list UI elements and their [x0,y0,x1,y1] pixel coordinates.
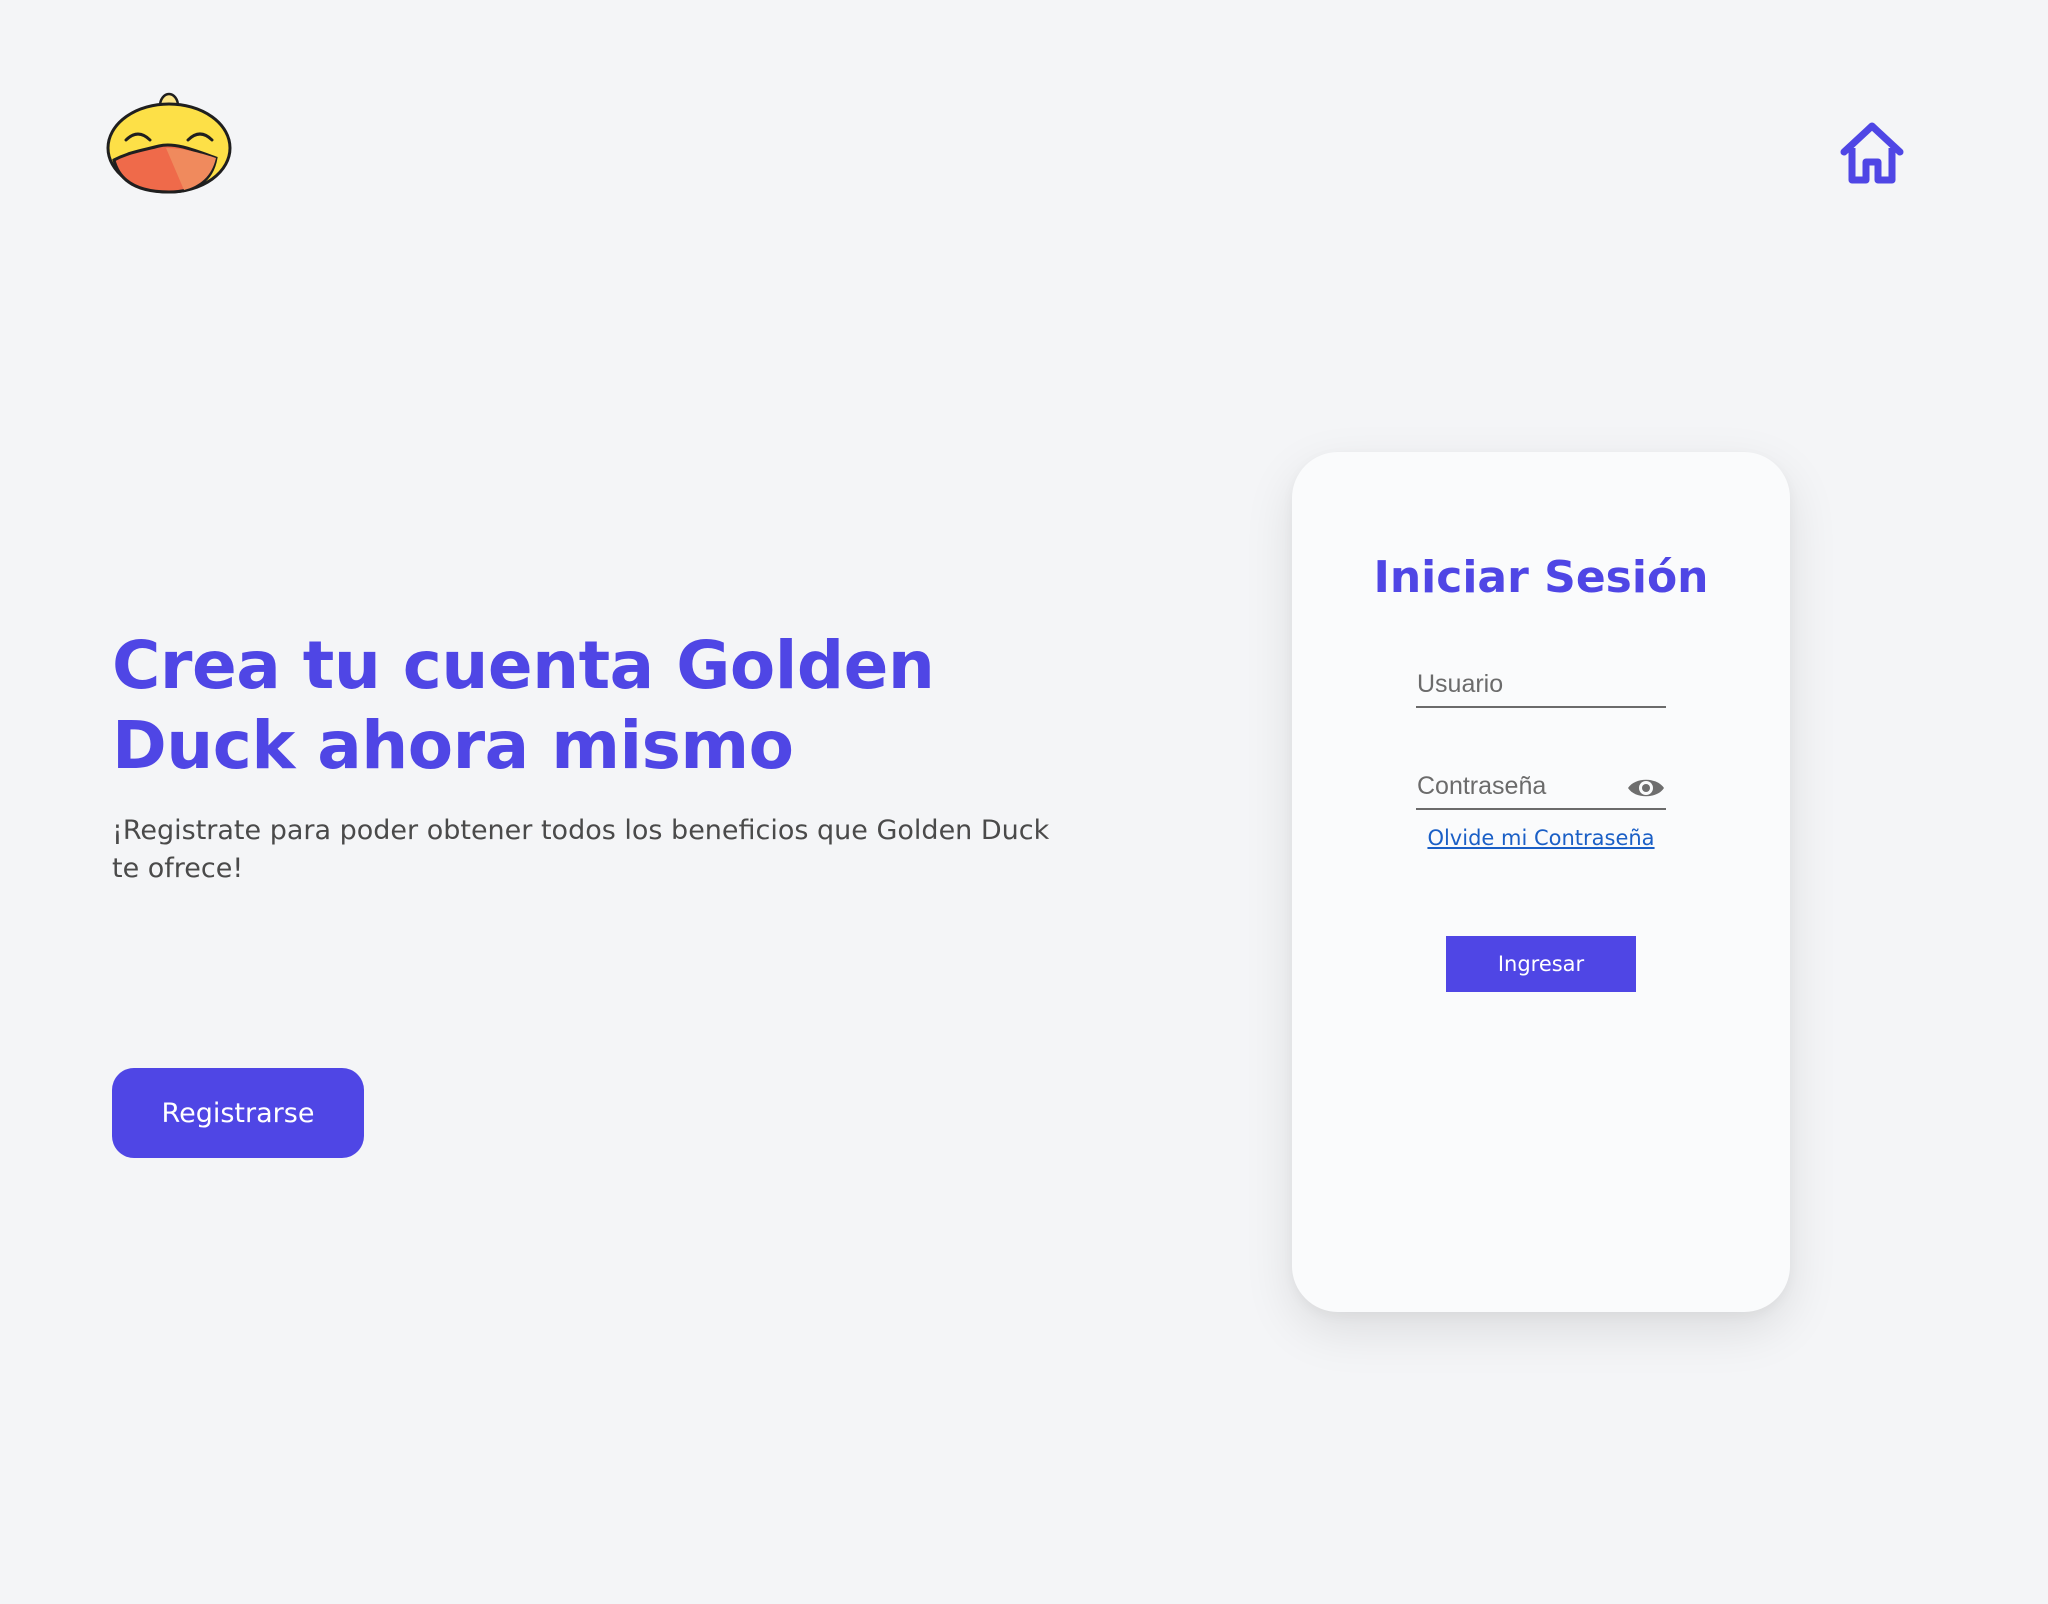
login-button[interactable]: Ingresar [1446,936,1636,992]
show-password-icon[interactable] [1626,774,1666,802]
home-icon[interactable] [1838,122,1906,184]
username-field [1416,662,1666,708]
password-input[interactable] [1416,764,1606,808]
duck-logo-icon[interactable] [104,90,234,200]
page: Crea tu cuenta Golden Duck ahora mismo ¡… [0,0,2048,1604]
login-card: Iniciar Sesión Olvide mi Contraseña Ingr… [1292,452,1790,1312]
login-title: Iniciar Sesión [1373,552,1709,603]
register-button[interactable]: Registrarse [112,1068,364,1158]
password-field [1416,764,1666,810]
username-input[interactable] [1416,662,1666,706]
hero-title: Crea tu cuenta Golden Duck ahora mismo [112,627,935,784]
hero-section: Crea tu cuenta Golden Duck ahora mismo ¡… [112,626,1112,888]
forgot-password-link[interactable]: Olvide mi Contraseña [1292,826,1790,850]
hero-subtitle: ¡Registrate para poder obtener todos los… [112,815,1050,884]
